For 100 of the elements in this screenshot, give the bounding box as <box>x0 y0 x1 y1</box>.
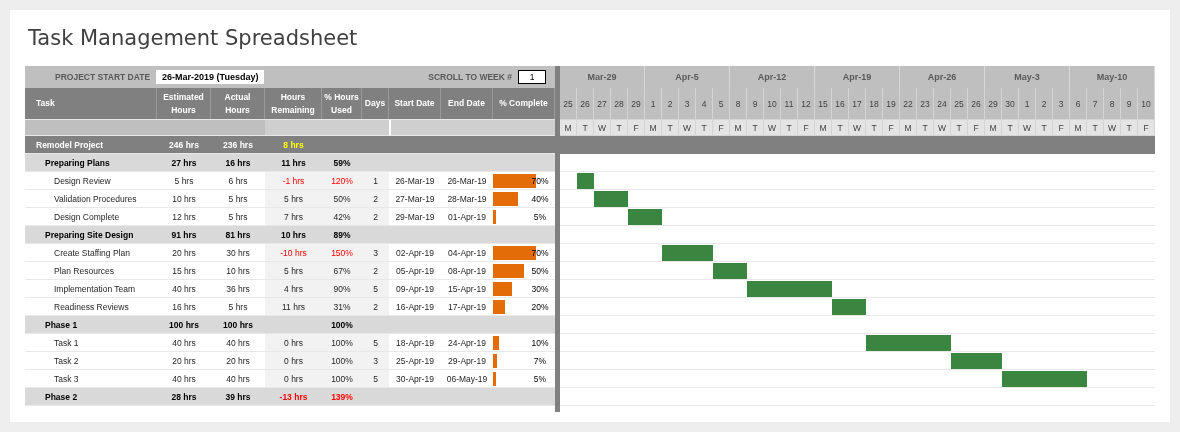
table-cell-text: 26-Mar-19 <box>394 174 436 188</box>
table-cell: 42% <box>322 208 362 225</box>
column-header: End Date <box>441 88 493 119</box>
weekday-letter: T <box>951 120 968 136</box>
day-number: 5 <box>713 88 730 120</box>
day-number: 19 <box>883 88 900 120</box>
table-cell-text: 29-Apr-19 <box>447 354 487 368</box>
gantt-bar <box>628 209 662 225</box>
table-cell-text: 5 hrs <box>227 300 249 314</box>
table-cell-text: 04-Apr-19 <box>447 246 487 260</box>
gantt-bar <box>951 353 1002 369</box>
weekday-letter: T <box>866 120 883 136</box>
week-field[interactable]: 1 <box>518 70 546 84</box>
task-name: Preparing Site Design <box>44 228 135 242</box>
task-name: Design Review <box>53 174 112 188</box>
table-cell: 1 <box>362 172 389 189</box>
table-cell-text: 25-Apr-19 <box>395 354 435 368</box>
task-name: Create Staffing Plan <box>53 246 131 260</box>
table-cell-text: 26-Mar-19 <box>446 174 488 188</box>
table-cell-text: 10 hrs <box>279 228 307 242</box>
task-name: Phase 2 <box>44 390 79 404</box>
table-cell: 2 <box>362 208 389 225</box>
table-cell-text: 5 hrs <box>227 192 249 206</box>
table-cell-text: 09-Apr-19 <box>395 282 435 296</box>
day-number: 25 <box>951 88 968 120</box>
weekday-letter: T <box>747 120 764 136</box>
weekday-letter: M <box>815 120 832 136</box>
table-cell-text: 30 hrs <box>225 246 251 260</box>
table-cell: 0 hrs <box>265 334 322 351</box>
table-cell: 100% <box>322 334 362 351</box>
weekday-letter: W <box>679 120 696 136</box>
weekday-letter: F <box>713 120 730 136</box>
table-cell: 4 hrs <box>265 280 322 297</box>
start-date-field[interactable]: 26-Mar-2019 (Tuesday) <box>156 70 265 84</box>
weekday-letter: W <box>849 120 866 136</box>
weekday-letter: M <box>645 120 662 136</box>
day-number: 10 <box>764 88 781 120</box>
table-cell-text: 8 hrs <box>282 138 305 152</box>
table-cell-text: 27-Mar-19 <box>394 192 436 206</box>
table-cell: 100% <box>322 370 362 387</box>
table-cell: 0 hrs <box>265 352 322 369</box>
table-cell: 150% <box>322 244 362 261</box>
table-cell: 100% <box>322 352 362 369</box>
day-number: 1 <box>645 88 662 120</box>
weekday-letter: T <box>611 120 628 136</box>
day-number: 3 <box>679 88 696 120</box>
column-header: Actual Hours <box>211 88 265 119</box>
table-cell: 5 <box>362 334 389 351</box>
table-cell-text: 29-Mar-19 <box>394 210 436 224</box>
day-number: 27 <box>594 88 611 120</box>
weekday-letter: T <box>1036 120 1053 136</box>
table-cell-text: 20 hrs <box>171 246 197 260</box>
task-name: Validation Procedures <box>53 192 138 206</box>
day-number: 10 <box>1138 88 1155 120</box>
table-cell-text: 11 hrs <box>280 156 307 170</box>
task-name: Task 1 <box>53 336 80 350</box>
day-number: 23 <box>917 88 934 120</box>
table-cell-text: 12 hrs <box>171 210 197 224</box>
gantt-bar <box>577 173 594 189</box>
table-cell-text: 100% <box>330 318 354 332</box>
table-cell-text: 02-Apr-19 <box>395 246 435 260</box>
weekday-letter: F <box>968 120 985 136</box>
table-cell-text: 236 hrs <box>222 138 254 152</box>
weekday-letter: F <box>628 120 645 136</box>
day-number: 2 <box>662 88 679 120</box>
table-cell: 5 <box>362 280 389 297</box>
column-header: Hours Remaining <box>265 88 322 119</box>
column-header: Start Date <box>389 88 441 119</box>
table-cell-text: 91 hrs <box>170 228 198 242</box>
table-cell-text: 5 hrs <box>173 174 195 188</box>
weekday-letter: W <box>594 120 611 136</box>
table-cell-text: 59% <box>332 156 352 170</box>
table-cell: 3 <box>362 244 389 261</box>
percent-complete: 20% <box>530 302 550 312</box>
percent-complete: 5% <box>532 374 548 384</box>
task-name: Task 3 <box>53 372 80 386</box>
weekday-letter: M <box>985 120 1002 136</box>
table-cell-text: 16 hrs <box>171 300 197 314</box>
weekday-letter: M <box>1070 120 1087 136</box>
weekday-letter: F <box>798 120 815 136</box>
weekday-letter: F <box>1053 120 1070 136</box>
table-cell-text: 05-Apr-19 <box>395 264 435 278</box>
column-header: Days <box>362 88 389 119</box>
table-cell-text: 24-Apr-19 <box>447 336 487 350</box>
table-cell-text: 5 hrs <box>227 210 249 224</box>
table-cell-text: 16-Apr-19 <box>395 300 435 314</box>
task-name: Implementation Team <box>53 282 137 296</box>
weekday-letter: F <box>1138 120 1155 136</box>
table-cell: 2 <box>362 262 389 279</box>
table-cell: 5 hrs <box>265 262 322 279</box>
weekday-letter: F <box>883 120 900 136</box>
table-cell-text: 89% <box>332 228 352 242</box>
day-number: 28 <box>611 88 628 120</box>
weekday-letter: T <box>662 120 679 136</box>
table-cell-text: 139% <box>330 390 354 404</box>
day-number: 29 <box>628 88 645 120</box>
weekday-letter: M <box>560 120 577 136</box>
day-number: 9 <box>747 88 764 120</box>
table-cell-text: 81 hrs <box>224 228 252 242</box>
column-header: % Hours Used <box>322 88 362 119</box>
